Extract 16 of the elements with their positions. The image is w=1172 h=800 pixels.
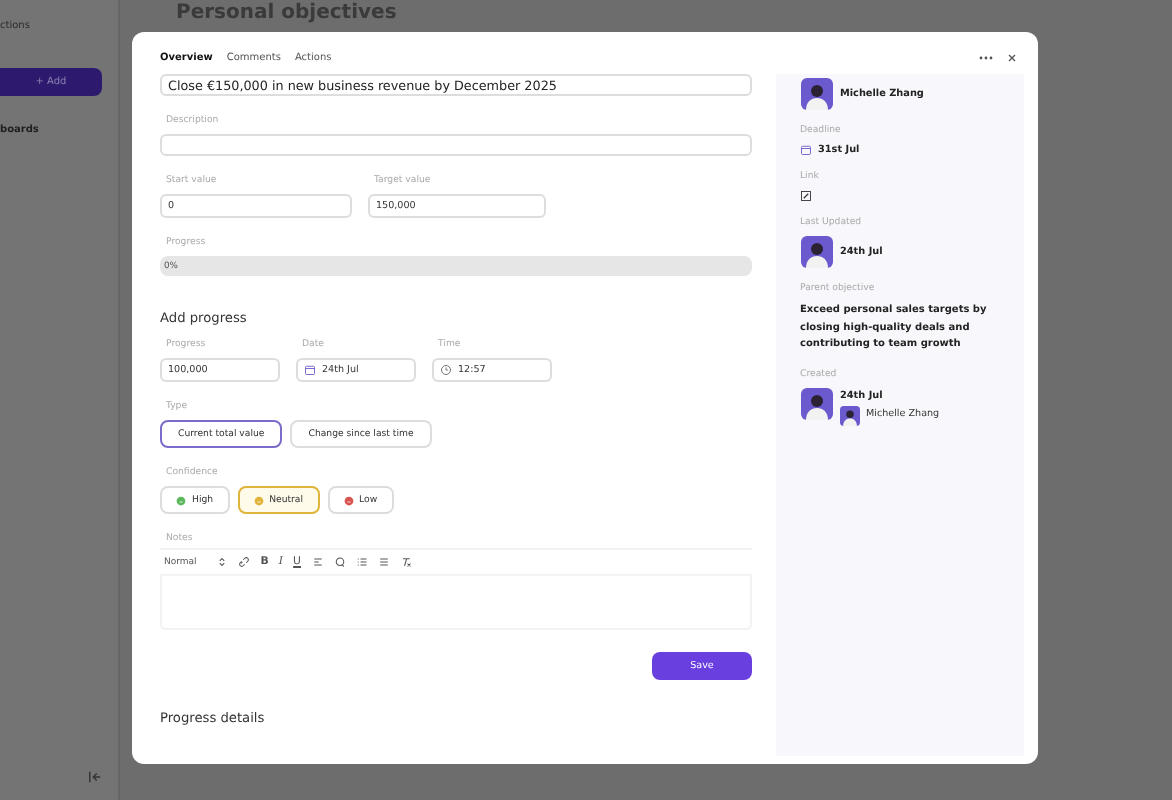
- avatar: [800, 387, 834, 419]
- edit-icon[interactable]: [800, 190, 812, 202]
- clock-icon: [440, 364, 452, 376]
- calendar-icon: [800, 144, 812, 156]
- description-field[interactable]: [160, 134, 752, 156]
- numbered-list-icon[interactable]: [355, 556, 367, 568]
- avatar: [800, 236, 834, 268]
- avatar: [840, 405, 860, 425]
- clear-format-icon[interactable]: [399, 556, 411, 568]
- collapse-icon[interactable]: [88, 770, 102, 784]
- calendar-icon: [304, 364, 316, 376]
- stepper-icon[interactable]: [216, 556, 229, 568]
- quote-icon[interactable]: [333, 556, 345, 568]
- bullet-list-icon[interactable]: [377, 556, 389, 568]
- align-icon[interactable]: [311, 556, 323, 568]
- link-icon[interactable]: [238, 556, 251, 568]
